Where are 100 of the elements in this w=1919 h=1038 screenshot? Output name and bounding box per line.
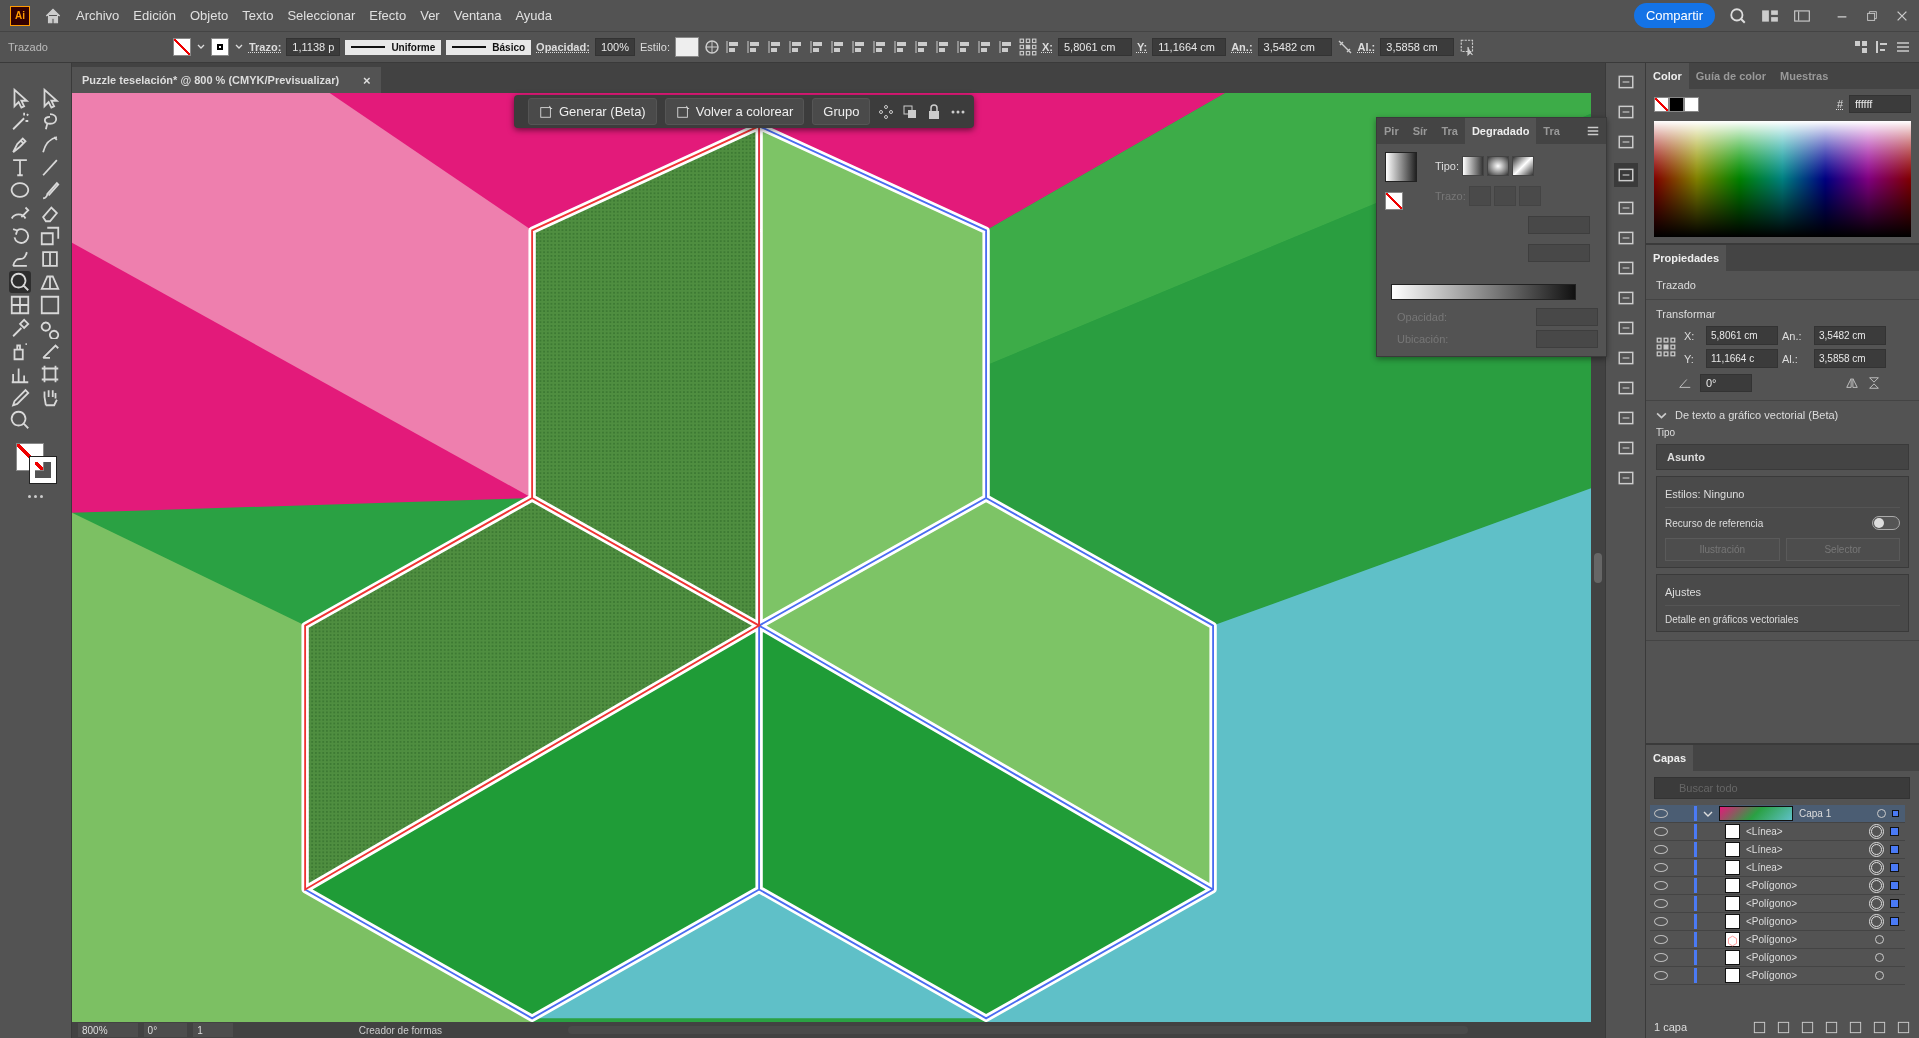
radial-gradient-button[interactable]: [1487, 156, 1510, 176]
selection-square[interactable]: [1890, 917, 1899, 926]
y-field[interactable]: 11,1664 c: [1706, 349, 1778, 368]
zoom-tool-icon[interactable]: [8, 409, 31, 431]
fill-stroke-swatches[interactable]: [15, 443, 56, 483]
fill-swatch[interactable]: [1385, 192, 1403, 210]
opacity-field[interactable]: 100%: [594, 38, 635, 56]
stroke-swatch[interactable]: [210, 38, 229, 56]
mesh-tool-icon[interactable]: [8, 294, 31, 316]
rotation-dropdown[interactable]: 0°: [143, 1023, 188, 1037]
artboard-dropdown[interactable]: 1: [193, 1023, 233, 1037]
scale-tool-icon[interactable]: [38, 225, 61, 247]
panel-tab[interactable]: Muestras: [1773, 63, 1836, 89]
stroke-weight-field[interactable]: 1,1138 p: [286, 38, 341, 56]
width-field[interactable]: 3,5482 cm: [1814, 326, 1886, 345]
x-field[interactable]: 5,8061 cm: [1058, 38, 1132, 56]
layer-row[interactable]: Capa 1: [1650, 805, 1905, 823]
type-dropdown[interactable]: Asunto: [1656, 444, 1909, 470]
menu-item[interactable]: Ayuda: [515, 8, 553, 23]
layer-name[interactable]: <Polígono>: [1746, 916, 1863, 927]
y-field[interactable]: 11,1664 cm: [1152, 38, 1227, 56]
pattern-icon[interactable]: [878, 103, 895, 120]
menu-item[interactable]: Objeto: [190, 8, 229, 23]
panel-tab[interactable]: Guía de color: [1688, 63, 1774, 89]
ellipse-tool-icon[interactable]: [8, 179, 31, 201]
task-bar-button[interactable]: Grupo: [812, 98, 871, 125]
fill-swatch[interactable]: [172, 38, 191, 56]
shape-builder-tool-icon[interactable]: [8, 271, 31, 293]
profile-dropdown[interactable]: Uniforme: [345, 39, 442, 55]
height-label: Al.:: [1782, 352, 1799, 365]
menu-item[interactable]: Archivo: [76, 8, 120, 23]
recolor-icon[interactable]: [704, 39, 720, 55]
reference-point-icon[interactable]: [1019, 38, 1037, 56]
color-spectrum[interactable]: [1654, 121, 1911, 237]
x-field[interactable]: 5,8061 cm: [1706, 326, 1778, 345]
height-field[interactable]: 3,5858 cm: [1380, 38, 1455, 56]
distribute-icon[interactable]: [1874, 39, 1890, 55]
selection-square[interactable]: [1890, 845, 1899, 854]
toggle-switch[interactable]: [1872, 516, 1900, 530]
color-swatches[interactable]: [1654, 96, 1699, 112]
panel-tab[interactable]: Pir: [1377, 118, 1406, 144]
layer-name[interactable]: <Línea>: [1746, 826, 1863, 837]
layer-count: 1 capa: [1654, 1021, 1688, 1033]
more-tools-icon[interactable]: [28, 495, 43, 498]
selection-square[interactable]: [1890, 863, 1899, 872]
panel-tab[interactable]: Degradado: [1464, 118, 1537, 144]
panel-tab[interactable]: Sír: [1405, 118, 1435, 144]
selection-square[interactable]: [1890, 899, 1899, 908]
x-label: X:: [1684, 329, 1696, 342]
height-field[interactable]: 3,5858 cm: [1814, 349, 1886, 368]
angle-field[interactable]: 0°: [1700, 374, 1752, 392]
gradient-swatch[interactable]: [1385, 152, 1417, 182]
layer-name[interactable]: <Polígono>: [1746, 934, 1869, 945]
selection-square[interactable]: [1892, 810, 1899, 817]
flip-vertical-icon[interactable]: [1867, 376, 1881, 390]
task-bar-button[interactable]: Generar (Beta): [528, 98, 657, 125]
linear-gradient-button[interactable]: [1462, 156, 1485, 176]
layer-name[interactable]: <Polígono>: [1746, 880, 1863, 891]
layer-name[interactable]: <Línea>: [1746, 862, 1863, 873]
menu-item[interactable]: Texto: [242, 8, 274, 23]
layer-name[interactable]: <Polígono>: [1746, 898, 1863, 909]
menu-item[interactable]: Ventana: [453, 8, 502, 23]
layer-name[interactable]: <Polígono>: [1746, 970, 1869, 981]
task-bar-button[interactable]: Volver a colorear: [664, 98, 805, 125]
share-button[interactable]: Compartir: [1633, 3, 1715, 28]
panel-tab[interactable]: Color: [1646, 63, 1689, 89]
restore-icon[interactable]: [1865, 8, 1879, 23]
flip-horizontal-icon[interactable]: [1845, 376, 1859, 390]
selection-square[interactable]: [1890, 881, 1899, 890]
menu-item[interactable]: Edición: [133, 8, 176, 23]
width-field[interactable]: 3,5482 cm: [1257, 38, 1332, 56]
menu-icon[interactable]: [1586, 124, 1600, 138]
zoom-dropdown[interactable]: 800%: [78, 1023, 138, 1037]
link-icon[interactable]: [1336, 39, 1353, 55]
menu-icon[interactable]: [1895, 39, 1911, 55]
height-label: Al.:: [1357, 41, 1376, 53]
menu-item[interactable]: Efecto: [369, 8, 407, 23]
object-type-label: Trazado: [1656, 279, 1697, 291]
document-tab[interactable]: Puzzle teselación* @ 800 % (CMYK/Previsualizar) ×: [72, 67, 381, 93]
gradient-tool-icon[interactable]: [38, 294, 61, 316]
panel-tab[interactable]: Tra: [1434, 118, 1465, 144]
panel-tab[interactable]: Capas: [1646, 745, 1694, 771]
reference-point-icon[interactable]: [1656, 337, 1676, 357]
style-swatch[interactable]: [675, 37, 699, 57]
brush-dropdown[interactable]: Básico: [446, 39, 532, 55]
arrange-icon[interactable]: [1853, 39, 1869, 55]
opacity-label: Opacidad:: [536, 41, 590, 53]
menu-item[interactable]: Ver: [420, 8, 440, 23]
tab-close[interactable]: ×: [363, 72, 371, 88]
layer-name[interactable]: <Polígono>: [1746, 952, 1869, 963]
layer-name[interactable]: <Línea>: [1746, 844, 1863, 855]
duplicate-icon[interactable]: [902, 103, 919, 120]
panel-tab[interactable]: Propiedades: [1646, 245, 1727, 271]
freeform-gradient-button[interactable]: [1512, 156, 1535, 176]
home-icon[interactable]: [44, 6, 62, 25]
selection-square[interactable]: [1890, 827, 1899, 836]
menu-item[interactable]: Seleccionar: [287, 8, 356, 23]
logo-text: Ai: [15, 10, 25, 21]
hex-field[interactable]: ffffff: [1849, 95, 1911, 113]
panel-tab[interactable]: Tra: [1536, 118, 1567, 144]
